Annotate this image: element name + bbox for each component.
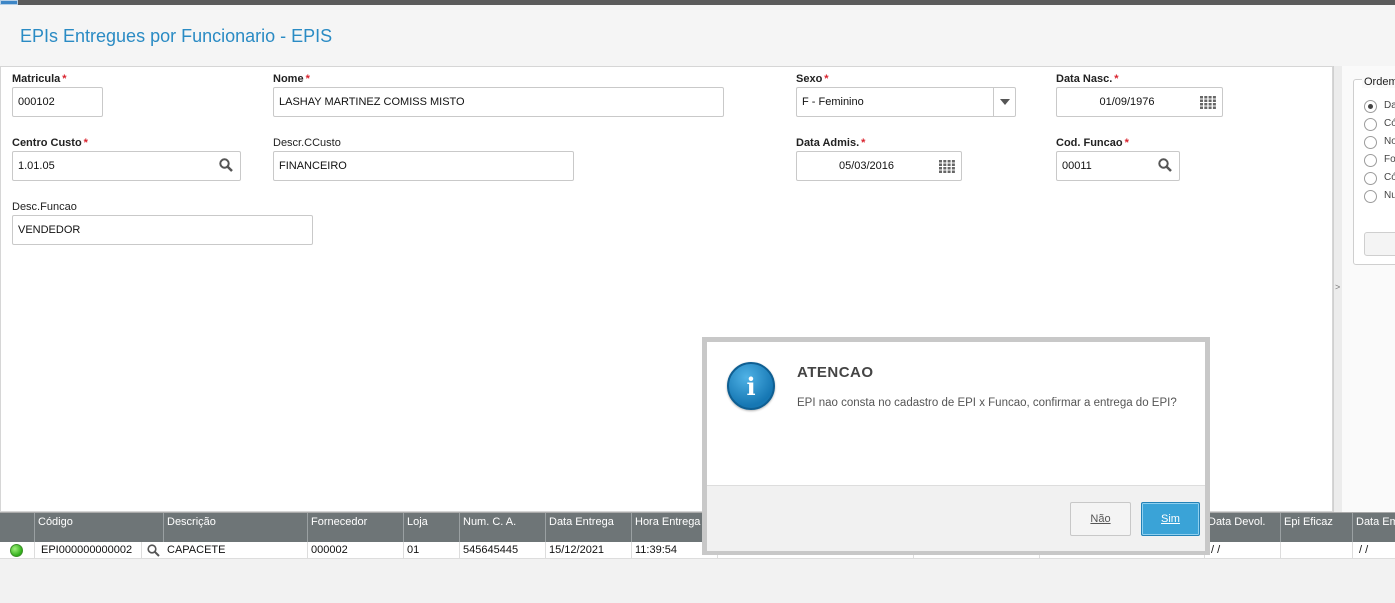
radio-icon[interactable]: [1364, 190, 1377, 203]
data-nasc-label: Data Nasc. *: [1056, 73, 1119, 85]
status-green-icon: [10, 544, 23, 557]
desc-funcao-label: Desc.Funcao: [12, 201, 77, 213]
nome-field[interactable]: LASHAY MARTINEZ COMISS MISTO: [273, 87, 724, 117]
column-header[interactable]: Epi Eficaz: [1281, 513, 1353, 542]
collapse-arrow-icon: >: [1335, 282, 1341, 292]
data-admis-field[interactable]: 05/03/2016: [796, 151, 962, 181]
data-nasc-value: 01/09/1976: [1099, 96, 1155, 108]
data-nasc-field[interactable]: 01/09/1976: [1056, 87, 1223, 117]
codigo-cell[interactable]: EPI000000000002: [35, 542, 142, 559]
data-admis-value: 05/03/2016: [838, 160, 895, 172]
column-header[interactable]: Data Devol.: [1205, 513, 1281, 542]
fornecedor-cell[interactable]: 000002: [308, 542, 404, 559]
search-icon[interactable]: [219, 158, 233, 172]
page-header: EPIs Entregues por Funcionario - EPIS: [0, 5, 1395, 67]
desc-funcao-field[interactable]: VENDEDOR: [12, 215, 313, 245]
nome-label: Nome *: [273, 73, 310, 85]
column-header[interactable]: Data Entrega: [546, 513, 632, 542]
matricula-field[interactable]: 000102: [12, 87, 103, 117]
centro-custo-field[interactable]: 1.01.05: [12, 151, 241, 181]
radio-icon[interactable]: [1364, 136, 1377, 149]
column-header[interactable]: Num. C. A.: [460, 513, 546, 542]
data-devol-cell[interactable]: / /: [1205, 542, 1281, 559]
centro-custo-label: Centro Custo *: [12, 137, 88, 149]
status-column-header: [0, 513, 35, 542]
data-admis-label: Data Admis. *: [796, 137, 866, 149]
radio-icon[interactable]: [1364, 118, 1377, 131]
ordem-group: Ordem Da Có No Fo Có Nu: [1353, 76, 1395, 265]
page-title: EPIs Entregues por Funcionario - EPIS: [20, 26, 333, 46]
ordem-button[interactable]: [1364, 232, 1395, 256]
status-cell: [0, 542, 35, 559]
radio-icon[interactable]: [1364, 154, 1377, 167]
side-panel: Ordem Da Có No Fo Có Nu: [1342, 66, 1395, 512]
ordem-legend: Ordem: [1362, 76, 1395, 88]
radio-checked-icon[interactable]: [1364, 100, 1377, 113]
descr-ccusto-label: Descr.CCusto: [273, 137, 341, 149]
sexo-value: F - Feminino: [802, 96, 864, 108]
sexo-label: Sexo *: [796, 73, 829, 85]
dialog-title: ATENCAO: [797, 364, 874, 381]
num-ca-cell[interactable]: 545645445: [460, 542, 546, 559]
sexo-select[interactable]: F - Feminino: [796, 87, 1016, 117]
column-header[interactable]: Código: [35, 513, 164, 542]
atencao-dialog: i ATENCAO EPI nao consta no cadastro de …: [707, 342, 1205, 551]
calendar-icon[interactable]: [1200, 96, 1216, 109]
data-entrega-cell[interactable]: 15/12/2021: [546, 542, 632, 559]
column-header[interactable]: Loja: [404, 513, 460, 542]
column-header[interactable]: Fornecedor: [308, 513, 404, 542]
search-icon[interactable]: [147, 544, 160, 557]
descricao-cell[interactable]: CAPACETE: [164, 542, 308, 559]
info-icon: i: [727, 362, 775, 410]
epi-eficaz-cell[interactable]: [1281, 542, 1353, 559]
chevron-down-icon[interactable]: [993, 88, 1015, 116]
radio-icon[interactable]: [1364, 172, 1377, 185]
panel-collapse-bar[interactable]: >: [1333, 66, 1342, 512]
descr-ccusto-field[interactable]: FINANCEIRO: [273, 151, 574, 181]
search-icon[interactable]: [1158, 158, 1172, 172]
matricula-label: Matricula *: [12, 73, 67, 85]
dialog-footer: Não Sim: [707, 485, 1205, 551]
footer-area: [0, 559, 1395, 603]
sim-button[interactable]: Sim: [1141, 502, 1200, 536]
loja-cell[interactable]: 01: [404, 542, 460, 559]
nao-button[interactable]: Não: [1070, 502, 1131, 536]
calendar-icon[interactable]: [939, 160, 955, 173]
data-em-cell[interactable]: / /: [1353, 542, 1395, 559]
dialog-message: EPI nao consta no cadastro de EPI x Func…: [797, 397, 1177, 409]
column-header[interactable]: Descrição: [164, 513, 308, 542]
cod-funcao-label: Cod. Funcao *: [1056, 137, 1129, 149]
row-search-cell[interactable]: [142, 542, 164, 559]
column-header[interactable]: Data Em: [1353, 513, 1395, 542]
